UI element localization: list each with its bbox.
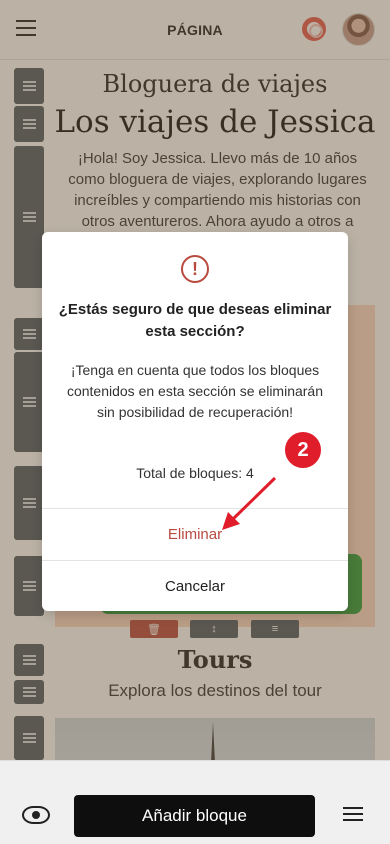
step-badge: 2 xyxy=(283,430,323,470)
annotation-arrow xyxy=(222,476,277,530)
